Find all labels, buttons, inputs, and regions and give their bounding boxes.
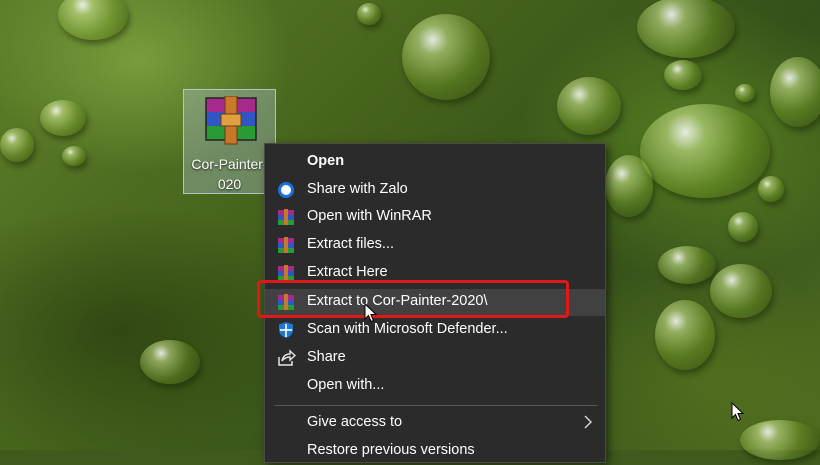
mouse-cursor-icon bbox=[731, 402, 745, 422]
water-drop bbox=[62, 146, 86, 166]
water-drop bbox=[735, 84, 755, 102]
winrar-archive-icon bbox=[205, 96, 257, 145]
water-drop bbox=[758, 176, 784, 202]
defender-shield-icon bbox=[279, 322, 293, 338]
winrar-icon bbox=[278, 237, 294, 253]
menu-item-label: Share with Zalo bbox=[307, 181, 408, 197]
water-drop bbox=[605, 155, 653, 217]
mouse-cursor-icon bbox=[364, 303, 378, 323]
menu-item-label: Open with... bbox=[307, 377, 385, 393]
menu-item-label: Open with WinRAR bbox=[307, 208, 432, 224]
file-name-line-1: Cor-Painter- bbox=[191, 156, 268, 172]
water-drop bbox=[740, 420, 820, 460]
menu-item-label: Restore previous versions bbox=[307, 442, 475, 458]
water-drop bbox=[664, 60, 702, 90]
water-drop bbox=[728, 212, 758, 242]
menu-item-label: Give access to bbox=[307, 414, 403, 430]
share-icon bbox=[278, 349, 296, 366]
water-drop bbox=[658, 246, 716, 284]
menu-item-give-access-to[interactable]: Give access to bbox=[265, 410, 605, 437]
menu-item-label: Open bbox=[307, 153, 345, 169]
water-drop bbox=[58, 0, 128, 40]
winrar-icon bbox=[278, 209, 294, 225]
menu-item-open[interactable]: Open bbox=[265, 149, 605, 176]
desktop-file-icon[interactable]: Cor-Painter- 020 bbox=[183, 89, 276, 194]
water-drop bbox=[140, 340, 200, 384]
menu-item-label: Extract Here bbox=[307, 264, 388, 280]
water-drop bbox=[557, 77, 621, 135]
menu-item-open-with-winrar[interactable]: Open with WinRAR bbox=[265, 204, 605, 231]
menu-item-restore-previous-versions[interactable]: Restore previous versions bbox=[265, 438, 605, 465]
menu-item-label: Scan with Microsoft Defender... bbox=[307, 321, 508, 337]
menu-item-share-with-zalo[interactable]: Share with Zalo bbox=[265, 177, 605, 204]
water-drop bbox=[710, 264, 772, 318]
water-drop bbox=[357, 3, 381, 25]
file-name-line-2: 020 bbox=[217, 176, 242, 192]
water-drop bbox=[655, 300, 715, 370]
menu-item-extract-files[interactable]: Extract files... bbox=[265, 232, 605, 259]
menu-item-label: Extract files... bbox=[307, 236, 395, 252]
menu-item-label: Share bbox=[307, 349, 346, 365]
water-drop bbox=[640, 104, 770, 198]
water-drop bbox=[0, 128, 34, 162]
zalo-icon bbox=[278, 182, 294, 198]
water-drop bbox=[402, 14, 490, 100]
water-drop bbox=[637, 0, 735, 58]
file-name-label: Cor-Painter- 020 bbox=[184, 154, 275, 194]
menu-item-open-with[interactable]: Open with... bbox=[265, 373, 605, 400]
red-highlight-annotation bbox=[257, 280, 569, 318]
water-drop bbox=[770, 57, 820, 127]
menu-item-scan-with-defender[interactable]: Scan with Microsoft Defender... bbox=[265, 317, 605, 344]
chevron-right-icon bbox=[584, 415, 592, 429]
water-drop bbox=[40, 100, 86, 136]
menu-separator bbox=[275, 405, 597, 406]
menu-item-share[interactable]: Share bbox=[265, 345, 605, 372]
